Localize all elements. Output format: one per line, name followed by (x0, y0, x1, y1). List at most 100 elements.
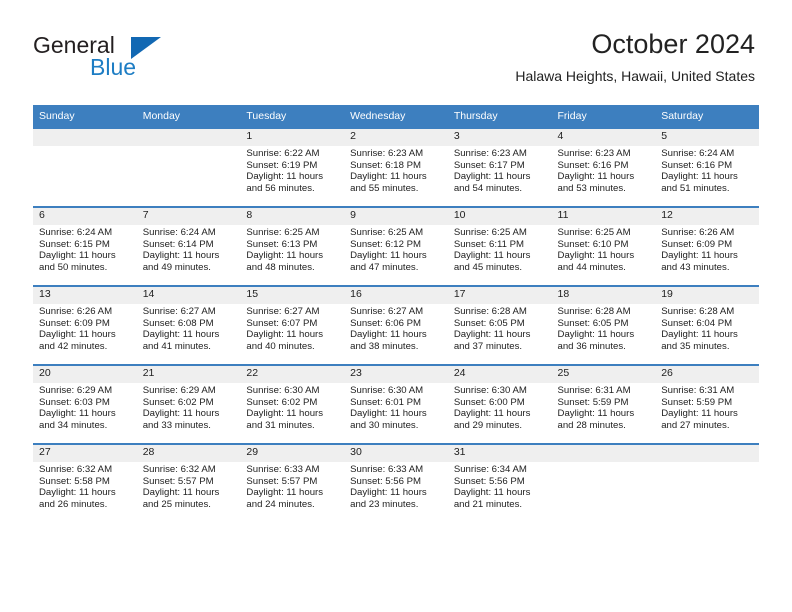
day-cell[interactable]: Sunrise: 6:32 AM Sunset: 5:57 PM Daylight:… (136, 462, 241, 522)
day-number[interactable]: 16 (344, 287, 448, 304)
day-daylight-line1-text: Daylight: 11 hours (661, 171, 738, 183)
day-cell[interactable]: Sunrise: 6:31 AM Sunset: 5:59 PM Daylight:… (551, 383, 656, 443)
day-cell[interactable]: Sunrise: 6:28 AM Sunset: 6:04 PM Daylight:… (655, 304, 759, 364)
day-number[interactable]: 31 (447, 445, 552, 462)
day-number[interactable]: 21 (136, 366, 241, 383)
day-cell[interactable]: Sunrise: 6:25 AM Sunset: 6:12 PM Daylight:… (344, 225, 448, 285)
day-number[interactable]: 4 (551, 129, 656, 146)
day-number[interactable]: 26 (655, 366, 759, 383)
day-number[interactable]: 5 (655, 129, 759, 146)
day-number[interactable]: 28 (136, 445, 241, 462)
day-cell[interactable]: Sunrise: 6:24 AM Sunset: 6:14 PM Daylight:… (136, 225, 241, 285)
day-cell[interactable]: Sunrise: 6:33 AM Sunset: 5:56 PM Daylight:… (344, 462, 448, 522)
day-daylight-line1-text: Daylight: 11 hours (453, 408, 531, 420)
day-sunrise-text: Sunrise: 6:32 AM (39, 464, 113, 475)
day-sunrise-text: Sunrise: 6:30 AM (453, 385, 527, 396)
day-cell[interactable]: Sunrise: 6:28 AM Sunset: 6:05 PM Daylight:… (551, 304, 656, 364)
day-sunrise-text: Sunrise: 6:28 AM (661, 306, 735, 317)
day-daylight-line1-text: Daylight: 11 hours (350, 408, 427, 420)
day-daylight-line2-text: and 42 minutes. (39, 340, 108, 352)
day-number[interactable]: 12 (655, 208, 759, 225)
day-number[interactable]: 9 (344, 208, 448, 225)
day-cell[interactable]: Sunrise: 6:30 AM Sunset: 6:02 PM Daylight:… (240, 383, 345, 443)
day-sunset-text: Sunset: 5:58 PM (39, 475, 110, 487)
day-cell[interactable]: Sunrise: 6:27 AM Sunset: 6:06 PM Daylight:… (344, 304, 448, 364)
day-sunrise-text: Sunrise: 6:33 AM (350, 464, 424, 475)
day-cell[interactable]: Sunrise: 6:25 AM Sunset: 6:11 PM Daylight:… (447, 225, 552, 285)
day-number[interactable]: 23 (344, 366, 448, 383)
day-cell[interactable]: Sunrise: 6:29 AM Sunset: 6:02 PM Daylight:… (136, 383, 241, 443)
day-number[interactable]: 20 (33, 366, 137, 383)
day-daylight-line2-text: and 21 minutes. (453, 498, 523, 510)
day-number-row: 12345 (33, 129, 759, 146)
day-daylight-line2-text: and 51 minutes. (661, 182, 730, 194)
day-cell[interactable]: Sunrise: 6:30 AM Sunset: 6:01 PM Daylight:… (344, 383, 448, 443)
day-cell[interactable]: Sunrise: 6:26 AM Sunset: 6:09 PM Daylight:… (33, 304, 137, 364)
day-number[interactable]: 7 (136, 208, 241, 225)
day-cell[interactable]: Sunrise: 6:27 AM Sunset: 6:07 PM Daylight:… (240, 304, 345, 364)
weekday-header-sunday: Sunday (33, 105, 137, 127)
day-number[interactable]: 13 (33, 287, 137, 304)
day-info-row: Sunrise: 6:32 AM Sunset: 5:58 PM Daylight:… (33, 462, 759, 522)
day-number[interactable]: 14 (136, 287, 241, 304)
day-daylight-line2-text: and 54 minutes. (453, 182, 523, 194)
day-info-row: Sunrise: 6:29 AM Sunset: 6:03 PM Daylight:… (33, 383, 759, 443)
day-number[interactable]: 25 (551, 366, 656, 383)
day-number[interactable]: 1 (240, 129, 345, 146)
day-daylight-line2-text: and 53 minutes. (557, 182, 626, 194)
day-cell[interactable]: Sunrise: 6:29 AM Sunset: 6:03 PM Daylight:… (33, 383, 137, 443)
day-cell[interactable]: Sunrise: 6:22 AM Sunset: 6:19 PM Daylight:… (240, 146, 345, 206)
day-cell[interactable]: Sunrise: 6:23 AM Sunset: 6:18 PM Daylight:… (344, 146, 448, 206)
day-number[interactable]: 29 (240, 445, 345, 462)
logo-text-blue: Blue (90, 54, 137, 80)
day-daylight-line1-text: Daylight: 11 hours (246, 250, 324, 262)
day-sunrise-text: Sunrise: 6:32 AM (142, 464, 216, 475)
day-cell[interactable]: Sunrise: 6:32 AM Sunset: 5:58 PM Daylight:… (33, 462, 137, 522)
day-cell[interactable]: Sunrise: 6:27 AM Sunset: 6:08 PM Daylight:… (136, 304, 241, 364)
day-cell[interactable]: Sunrise: 6:28 AM Sunset: 6:05 PM Daylight:… (447, 304, 552, 364)
day-daylight-line2-text: and 48 minutes. (246, 261, 315, 273)
day-cell[interactable]: Sunrise: 6:25 AM Sunset: 6:10 PM Daylight:… (551, 225, 656, 285)
day-number[interactable]: 27 (33, 445, 137, 462)
day-number[interactable]: 30 (344, 445, 448, 462)
day-number[interactable]: 2 (344, 129, 448, 146)
day-sunset-text: Sunset: 5:59 PM (661, 396, 733, 408)
day-number[interactable]: 17 (447, 287, 552, 304)
day-number[interactable]: 8 (240, 208, 345, 225)
day-daylight-line2-text: and 50 minutes. (39, 261, 108, 273)
day-cell[interactable]: Sunrise: 6:24 AM Sunset: 6:16 PM Daylight:… (655, 146, 759, 206)
day-number[interactable]: 22 (240, 366, 345, 383)
day-sunset-text: Sunset: 6:15 PM (39, 238, 110, 250)
day-daylight-line2-text: and 49 minutes. (142, 261, 211, 273)
day-number[interactable]: 11 (551, 208, 656, 225)
day-cell[interactable]: Sunrise: 6:23 AM Sunset: 6:17 PM Daylight:… (447, 146, 552, 206)
day-sunrise-text: Sunrise: 6:22 AM (246, 148, 320, 159)
day-number[interactable]: 10 (447, 208, 552, 225)
day-number[interactable]: 18 (551, 287, 656, 304)
day-daylight-line1-text: Daylight: 11 hours (246, 487, 324, 499)
generalblue-logo[interactable]: General Blue (33, 32, 253, 84)
day-daylight-line2-text: and 28 minutes. (557, 419, 626, 431)
day-cell[interactable]: Sunrise: 6:31 AM Sunset: 5:59 PM Daylight:… (655, 383, 759, 443)
day-sunset-text: Sunset: 5:57 PM (246, 475, 318, 487)
day-sunset-text: Sunset: 5:57 PM (142, 475, 214, 487)
day-cell[interactable]: Sunrise: 6:25 AM Sunset: 6:13 PM Daylight:… (240, 225, 345, 285)
day-info-row: Sunrise: 6:24 AM Sunset: 6:15 PM Daylight:… (33, 225, 759, 285)
day-cell[interactable]: Sunrise: 6:33 AM Sunset: 5:57 PM Daylight:… (240, 462, 345, 522)
day-daylight-line1-text: Daylight: 11 hours (557, 250, 635, 262)
page-header: General Blue October 2024 Halawa Heights… (0, 0, 792, 100)
day-daylight-line1-text: Daylight: 11 hours (350, 171, 427, 183)
day-cell[interactable]: Sunrise: 6:24 AM Sunset: 6:15 PM Daylight:… (33, 225, 137, 285)
day-cell[interactable]: Sunrise: 6:30 AM Sunset: 6:00 PM Daylight:… (447, 383, 552, 443)
day-number[interactable]: 24 (447, 366, 552, 383)
day-cell[interactable]: Sunrise: 6:34 AM Sunset: 5:56 PM Daylight:… (447, 462, 552, 522)
day-number[interactable]: 15 (240, 287, 345, 304)
day-cell[interactable]: Sunrise: 6:26 AM Sunset: 6:09 PM Daylight:… (655, 225, 759, 285)
day-number[interactable]: 3 (447, 129, 552, 146)
day-number[interactable]: 6 (33, 208, 137, 225)
day-daylight-line2-text: and 40 minutes. (246, 340, 315, 352)
day-cell[interactable]: Sunrise: 6:23 AM Sunset: 6:16 PM Daylight:… (551, 146, 656, 206)
title-block: October 2024 Halawa Heights, Hawaii, Uni… (515, 28, 755, 86)
day-sunset-text: Sunset: 6:19 PM (246, 159, 318, 171)
day-number[interactable]: 19 (655, 287, 759, 304)
